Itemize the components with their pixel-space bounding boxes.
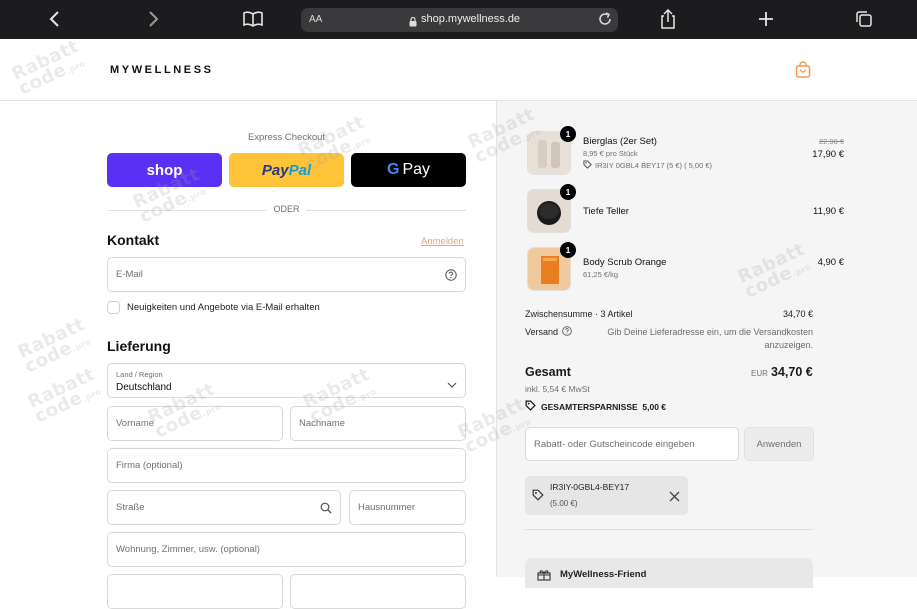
loyalty-card-label: MyWellness-Friend [560,569,647,580]
first-name-placeholder: Vorname [116,418,155,429]
email-placeholder: E-Mail [116,269,143,280]
cart-item: 1 Tiefe Teller 11,90 € [525,184,844,235]
applied-code: IR3IY-0GBL4-BEY17 [550,482,630,492]
street-field[interactable]: Straße [107,490,341,525]
paypal-button[interactable]: Pay Pal [229,153,344,187]
applied-discount-chip: IR3IY-0GBL4-BEY17 (5.00 €) [525,476,688,515]
company-placeholder: Firma (optional) [116,460,183,471]
address-bar[interactable]: AA shop.mywellness.de [301,8,618,32]
apply-code-button[interactable]: Anwenden [744,427,814,461]
country-select[interactable]: Land / Region Deutschland [107,363,466,398]
bookmarks-icon[interactable] [242,8,264,30]
company-field[interactable]: Firma (optional) [107,448,466,483]
product-discount: IR3IY 0GBL4 BEY17 (5 €) ( 5,00 €) [583,160,712,171]
newsletter-label: Neuigkeiten und Angebote via E-Mail erha… [127,301,320,313]
total-savings-text: GESAMTERSPARNISSE 5,00 € [541,401,667,412]
product-name: Tiefe Teller [583,206,629,217]
shop-pay-button[interactable]: shop [107,153,222,187]
subtotal-label: Zwischensumme · 3 Artikel [525,309,633,319]
remove-code-icon[interactable] [669,489,680,507]
express-checkout-label: Express Checkout [247,132,326,143]
total-currency: EUR [751,369,768,378]
street-placeholder: Straße [116,502,145,513]
city-field[interactable] [290,574,466,609]
or-divider-label: ODER [273,204,300,214]
first-name-field[interactable]: Vorname [107,406,283,441]
total-label: Gesamt [525,365,571,379]
tag-icon [583,160,592,171]
total-savings: GESAMTERSPARNISSE 5,00 € [525,400,666,413]
discount-code-placeholder: Rabatt- oder Gutscheincode eingeben [534,439,695,450]
quantity-badge: 1 [560,126,576,142]
subtotal-value: 34,70 € [782,309,813,319]
subtotal-row: Zwischensumme · 3 Artikel 34,70 € [525,309,813,319]
postal-code-field[interactable] [107,574,283,609]
product-name: Bierglas (2er Set) [583,136,657,147]
product-price: 11,90 € [813,206,844,217]
order-summary: 1 Bierglas (2er Set) 8,95 € pro Stück IR… [496,101,917,588]
product-name: Body Scrub Orange [583,257,667,268]
country-label: Land / Region [116,370,163,379]
delivery-heading: Lieferung [107,338,171,354]
contact-heading: Kontakt [107,232,160,248]
product-discount-text: IR3IY 0GBL4 BEY17 (5 €) ( 5,00 €) [595,161,713,170]
apartment-placeholder: Wohnung, Zimmer, usw. (optional) [116,544,260,555]
quantity-badge: 1 [560,242,576,258]
search-icon[interactable] [320,501,332,519]
forward-icon[interactable] [142,8,164,30]
apartment-field[interactable]: Wohnung, Zimmer, usw. (optional) [107,532,466,567]
or-divider: ODER [107,204,466,216]
applied-amount: (5.00 €) [550,499,578,508]
url-text: shop.mywellness.de [421,13,521,25]
back-icon[interactable] [44,8,66,30]
browser-toolbar: AA shop.mywellness.de [0,0,917,39]
discount-code-input[interactable]: Rabatt- oder Gutscheincode eingeben [525,427,739,461]
gift-icon [537,568,551,586]
google-pay-button[interactable]: G Pay [351,153,466,187]
tag-icon [525,400,536,413]
tax-note: inkl. 5,54 € MwSt [525,384,590,394]
login-link[interactable]: Anmelden [421,236,464,247]
product-price: 17,90 € [812,149,844,160]
chevron-down-icon [447,376,457,394]
checkout-form: Express Checkout shop Pay Pal G Pay ODER … [0,101,496,609]
shipping-note: Gib Deine Lieferadresse ein, um die Vers… [607,327,813,350]
last-name-field[interactable]: Nachname [290,406,466,441]
shop-pay-label: shop [146,161,183,179]
house-number-placeholder: Hausnummer [358,502,416,513]
cart-item: 1 Body Scrub Orange 61,25 €/kg 4,90 € [525,242,844,293]
share-icon[interactable] [657,8,679,30]
shopping-bag-icon[interactable] [795,61,811,83]
cart-item: 1 Bierglas (2er Set) 8,95 € pro Stück IR… [525,126,844,177]
total-value: 34,70 € [771,365,813,379]
paypal-label-part1: Pay [261,161,289,179]
country-value: Deutschland [116,382,172,393]
shipping-label: Versand [525,327,559,337]
reload-icon[interactable] [597,11,613,32]
help-icon[interactable] [445,268,457,286]
new-tab-icon[interactable] [755,8,777,30]
house-number-field[interactable]: Hausnummer [349,490,466,525]
tag-icon [532,488,544,506]
paypal-label-part2: Pal [288,161,312,179]
store-header: MYWELLNESS [0,39,917,101]
newsletter-option[interactable]: Neuigkeiten und Angebote via E-Mail erha… [107,300,320,314]
product-unit-price: 61,25 €/kg [583,270,619,279]
product-price: 4,90 € [817,257,844,268]
store-logo[interactable]: MYWELLNESS [110,64,214,76]
product-unit-price: 8,95 € pro Stück [583,149,638,158]
summary-divider [525,529,813,530]
quantity-badge: 1 [560,184,576,200]
last-name-placeholder: Nachname [299,418,345,429]
tabs-overview-icon[interactable] [853,8,875,30]
google-pay-label: Pay [402,161,431,178]
lock-icon [409,14,417,32]
email-field[interactable]: E-Mail [107,257,466,292]
newsletter-checkbox[interactable] [107,300,120,314]
shipping-help-icon[interactable] [562,326,572,338]
product-old-price: 22,90 € [818,137,844,146]
text-size-button[interactable]: AA [309,14,322,25]
google-g-icon: G [386,161,400,178]
loyalty-card[interactable]: MyWellness-Friend [525,558,813,588]
